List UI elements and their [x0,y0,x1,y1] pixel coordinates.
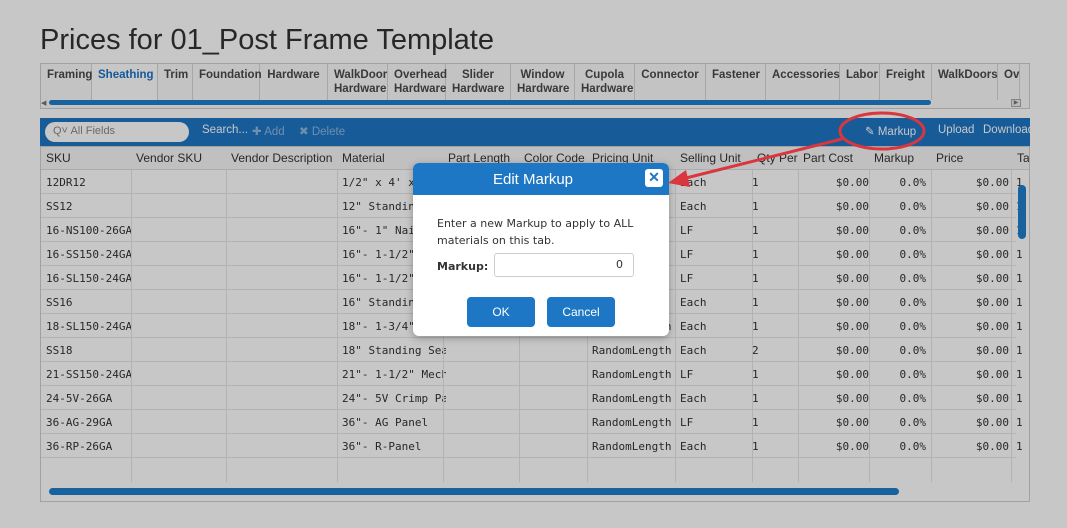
markup-input[interactable]: 0 [494,253,634,277]
dialog-message: Enter a new Markup to apply to ALL mater… [437,217,634,247]
ok-button[interactable]: OK [467,297,535,327]
dialog-title: Edit Markup [492,171,574,188]
markup-field-label: Markup: [437,260,489,273]
page: Prices for 01_Post Frame Template Framin… [0,0,1067,528]
dialog-header: Edit Markup ✕ [413,163,669,195]
cancel-button[interactable]: Cancel [547,297,615,327]
close-icon[interactable]: ✕ [645,169,663,187]
edit-markup-dialog: Edit Markup ✕ Enter a new Markup to appl… [413,163,669,336]
